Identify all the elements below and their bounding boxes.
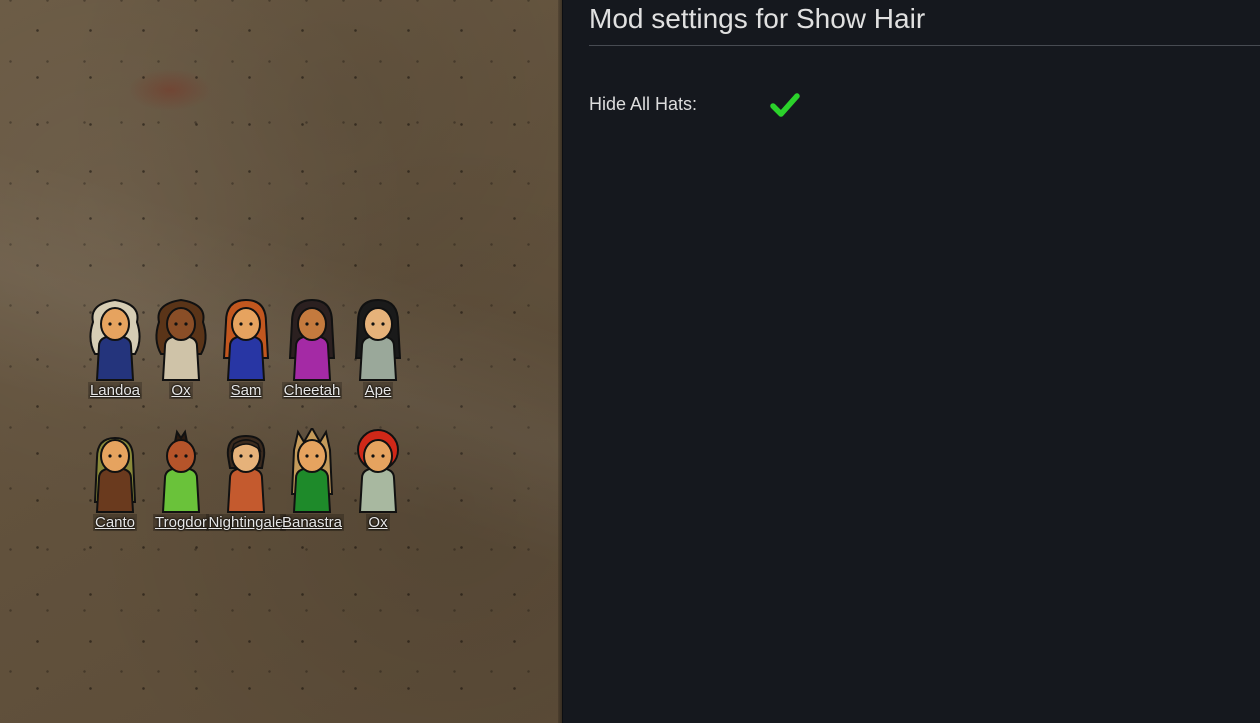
colonist-name: Canto (92, 514, 138, 531)
colonist-name: Banastra (279, 514, 345, 531)
hide-all-hats-checkbox[interactable] (769, 89, 801, 121)
colonist-name: Ox (366, 514, 390, 531)
colonist-name: Trogdor (153, 514, 209, 531)
world-map[interactable]: Landoa Ox Sam Cheetah Ape Canto Trogdor Nightin… (0, 0, 562, 723)
colonist-name-label[interactable]: Ox (338, 514, 418, 531)
title-divider (589, 45, 1260, 46)
colonist-portrait (357, 429, 399, 513)
colonist-10[interactable]: Ox (338, 428, 418, 538)
colonist-name: Landoa (87, 382, 143, 399)
page-title: Mod settings for Show Hair (589, 3, 926, 34)
colonist-name: Cheetah (281, 382, 343, 399)
colonist-5[interactable]: Ape (338, 296, 418, 406)
colonist-name: Sam (228, 382, 264, 399)
hide-all-hats-label: Hide All Hats: (589, 94, 698, 114)
colonist-name: Ape (362, 382, 394, 399)
colonist-name-label[interactable]: Ape (338, 382, 418, 399)
checkmark-icon (770, 93, 800, 117)
colonist-portrait (354, 298, 402, 381)
mod-settings-panel: Mod settings for Show Hair Hide All Hats… (563, 0, 1260, 723)
colonist-name: Ox (169, 382, 193, 399)
